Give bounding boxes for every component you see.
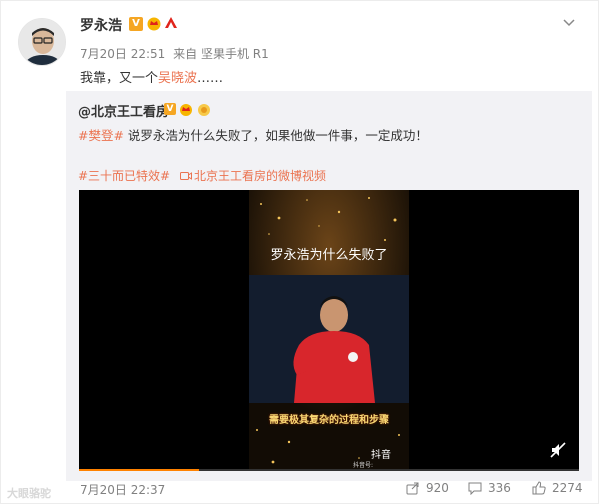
video-progress-bar[interactable]: [79, 469, 579, 471]
post-text-prefix: 我靠，又一个: [80, 71, 159, 86]
share-icon: [406, 482, 419, 495]
repost-links: #三十而已特效# 北京王工看房的微博视频: [78, 167, 326, 184]
verified-v-icon: V: [164, 103, 176, 115]
repost-author[interactable]: @北京王工看房: [78, 101, 169, 120]
video-subtitle: 需要极其复杂的过程和步骤: [269, 415, 389, 426]
verified-v-icon: V: [129, 17, 143, 31]
video-player[interactable]: 罗永浩为什么失败了 需要极其复杂的过程和步骤 抖音 抖音号: 163897637…: [79, 190, 579, 471]
like-count: 2274: [552, 481, 583, 495]
username[interactable]: 罗永浩: [80, 15, 122, 35]
repost-time[interactable]: 7月20日 22:37: [80, 481, 165, 498]
share-count: 920: [426, 481, 449, 495]
post-source: 来自 坚果手机 R1: [173, 47, 269, 61]
platform-logo: 抖音: [371, 450, 391, 461]
like-button[interactable]: 2274: [532, 481, 583, 495]
red-badge-icon: [165, 17, 177, 28]
video-caption: 罗永浩为什么失败了: [270, 248, 388, 263]
mute-icon[interactable]: [549, 441, 567, 459]
repost-body: 说罗永浩为什么失败了，如果他做一件事，一定成功！: [123, 128, 428, 143]
post-meta: 7月20日 22:51 来自 坚果手机 R1: [80, 45, 273, 62]
video-link[interactable]: 北京王工看房的微博视频: [179, 169, 326, 183]
weibo-card: 罗永浩 V 7月20日 22:51 来自 坚果手机 R1 我靠，又一个吴晓波………: [0, 0, 599, 504]
avatar[interactable]: [18, 18, 66, 66]
member-badge-icon: [198, 104, 210, 116]
post-text: 我靠，又一个吴晓波……: [80, 67, 223, 86]
video-progress-fill: [79, 469, 199, 471]
post-time[interactable]: 7月20日 22:51: [80, 47, 165, 61]
video-frame: 罗永浩为什么失败了 需要极其复杂的过程和步骤 抖音 抖音号: 163897637…: [249, 190, 409, 471]
camera-icon: [179, 172, 192, 180]
chevron-down-icon[interactable]: [562, 15, 576, 29]
post-text-suffix: ……: [197, 71, 224, 86]
repost-box: @北京王工看房 V #樊登# 说罗永浩为什么失败了，如果他做一件事，一定成功！ …: [66, 91, 592, 481]
comment-count: 336: [488, 481, 511, 495]
crown-icon: [147, 17, 161, 31]
hashtag-link[interactable]: #樊登#: [78, 128, 124, 143]
topic-hashtag-link[interactable]: #三十而已特效#: [78, 169, 170, 183]
crown-icon: [180, 104, 192, 116]
watermark: 大眼骆驼: [7, 487, 51, 500]
share-button[interactable]: 920: [406, 481, 449, 495]
footer: 7月20日 22:37 920 336 2274: [80, 481, 590, 501]
comment-icon: [468, 482, 482, 495]
comment-button[interactable]: 336: [468, 481, 511, 495]
speaker-image: [249, 275, 409, 403]
repost-text: #樊登# 说罗永浩为什么失败了，如果他做一件事，一定成功！: [78, 125, 428, 144]
like-icon: [532, 481, 546, 495]
video-link-label: 北京王工看房的微博视频: [193, 169, 326, 183]
mention-link[interactable]: 吴晓波: [158, 71, 197, 86]
